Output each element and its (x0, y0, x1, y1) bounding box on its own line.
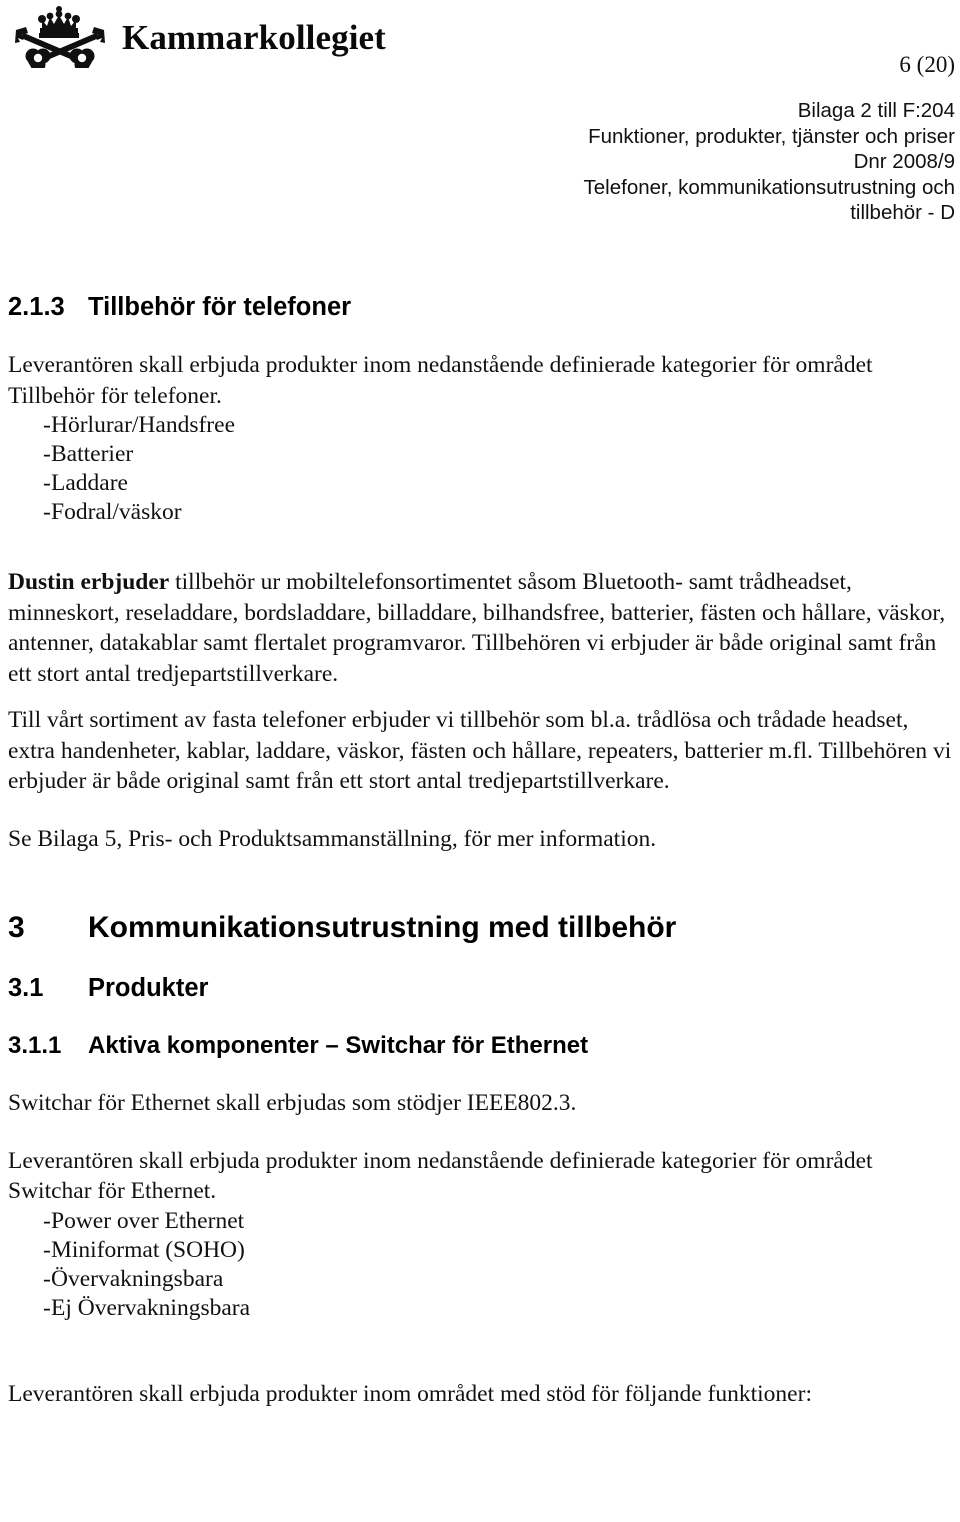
list-item-label: Power over Ethernet (51, 1207, 245, 1234)
list-switchar-kategorier: - Power over Ethernet - Miniformat (SOHO) … (8, 1207, 952, 1323)
list-marker: - (43, 1294, 51, 1321)
paragraph-se-bilaga-5: Se Bilaga 5, Pris- och Produktsammanstäl… (8, 825, 657, 852)
organisation-wordmark: Kammarkollegiet (122, 17, 386, 57)
document-body: 2.1.3 Tillbehör för telefoner Leverantör… (8, 292, 952, 1409)
heading-2-1-3: 2.1.3 Tillbehör för telefoner (8, 292, 952, 323)
list-item-label: Fodral/väskor (51, 499, 182, 525)
doc-ref-line-3: Dnr 2008/9 (853, 150, 955, 173)
paragraph-2-1-3-intro: Leverantören skall erbjuda produkter ino… (8, 352, 873, 409)
doc-ref-line-2: Funktioner, produkter, tjänster och pris… (588, 124, 955, 148)
list-marker: - (43, 499, 51, 525)
list-tillbehor-kategorier: - Hörlurar/Handsfree - Batterier - Laddare … (8, 411, 952, 527)
heading-3-1-1-number: 3.1.1 (8, 1032, 62, 1059)
heading-3-title: Kommunikationsutrustning med tillbehör (88, 911, 677, 944)
heading-3-1-1-title: Aktiva komponenter – Switchar för Ethern… (88, 1032, 589, 1059)
document-reference-block: Bilaga 2 till F:204 Funktioner, produkte… (315, 98, 955, 226)
list-item: - Övervakningsbara (8, 1265, 952, 1294)
heading-3-1-1: 3.1.1 Aktiva komponenter – Switchar för … (8, 1031, 952, 1061)
heading-2-1-3-number: 2.1.3 (8, 293, 65, 321)
list-item: - Fodral/väskor (8, 498, 952, 527)
list-marker: - (43, 1207, 51, 1234)
list-marker: - (43, 441, 51, 467)
heading-2-1-3-title: Tillbehör för telefoner (88, 293, 352, 321)
list-marker: - (43, 1236, 51, 1263)
list-item: - Laddare (8, 469, 952, 498)
list-item: - Batterier (8, 440, 952, 469)
list-item: - Ej Övervakningsbara (8, 1294, 952, 1323)
paragraph-dustin-lead: Dustin erbjuder (8, 569, 170, 595)
heading-3-1-title: Produkter (88, 974, 209, 1002)
paragraph-ieee802-3: Switchar för Ethernet skall erbjudas som… (8, 1090, 577, 1116)
heading-3-1-number: 3.1 (8, 974, 44, 1002)
heading-3: 3 Kommunikationsutrustning med tillbehör (8, 910, 952, 946)
heading-3-number: 3 (8, 911, 25, 944)
doc-ref-line-4: Telefoner, kommunikationsutrustning och (583, 175, 955, 199)
paragraph-3-1-1-intro: Leverantören skall erbjuda produkter ino… (8, 1147, 873, 1205)
heading-3-1: 3.1 Produkter (8, 973, 952, 1004)
list-item-label: Ej Övervakningsbara (51, 1294, 251, 1321)
doc-ref-line-1: Bilaga 2 till F:204 (797, 99, 955, 122)
list-item-label: Miniformat (SOHO) (51, 1236, 245, 1263)
kammarkollegiet-crest-icon (12, 6, 108, 68)
list-marker: - (43, 412, 51, 438)
paragraph-foljande-funktioner: Leverantören skall erbjuda produkter ino… (8, 1380, 812, 1407)
paragraph-fasta-telefoner: Till vårt sortiment av fasta telefoner e… (8, 707, 952, 794)
document-page: Kammarkollegiet 6 (20) Bilaga 2 till F:2… (0, 0, 960, 1522)
list-item-label: Batterier (51, 441, 134, 467)
list-item-label: Övervakningsbara (51, 1265, 224, 1292)
list-item: - Power over Ethernet (8, 1207, 952, 1236)
list-marker: - (43, 1265, 51, 1292)
list-marker: - (43, 470, 51, 496)
paragraph-dustin-erbjuder: Dustin erbjuder tillbehör ur mobiltelefo… (8, 567, 952, 689)
list-item: - Miniformat (SOHO) (8, 1236, 952, 1265)
list-item-label: Laddare (51, 470, 128, 496)
page-number: 6 (20) (899, 52, 955, 77)
masthead: Kammarkollegiet (12, 6, 386, 68)
doc-ref-line-5: tillbehör - D (850, 201, 955, 224)
list-item: - Hörlurar/Handsfree (8, 411, 952, 440)
list-item-label: Hörlurar/Handsfree (51, 412, 235, 438)
